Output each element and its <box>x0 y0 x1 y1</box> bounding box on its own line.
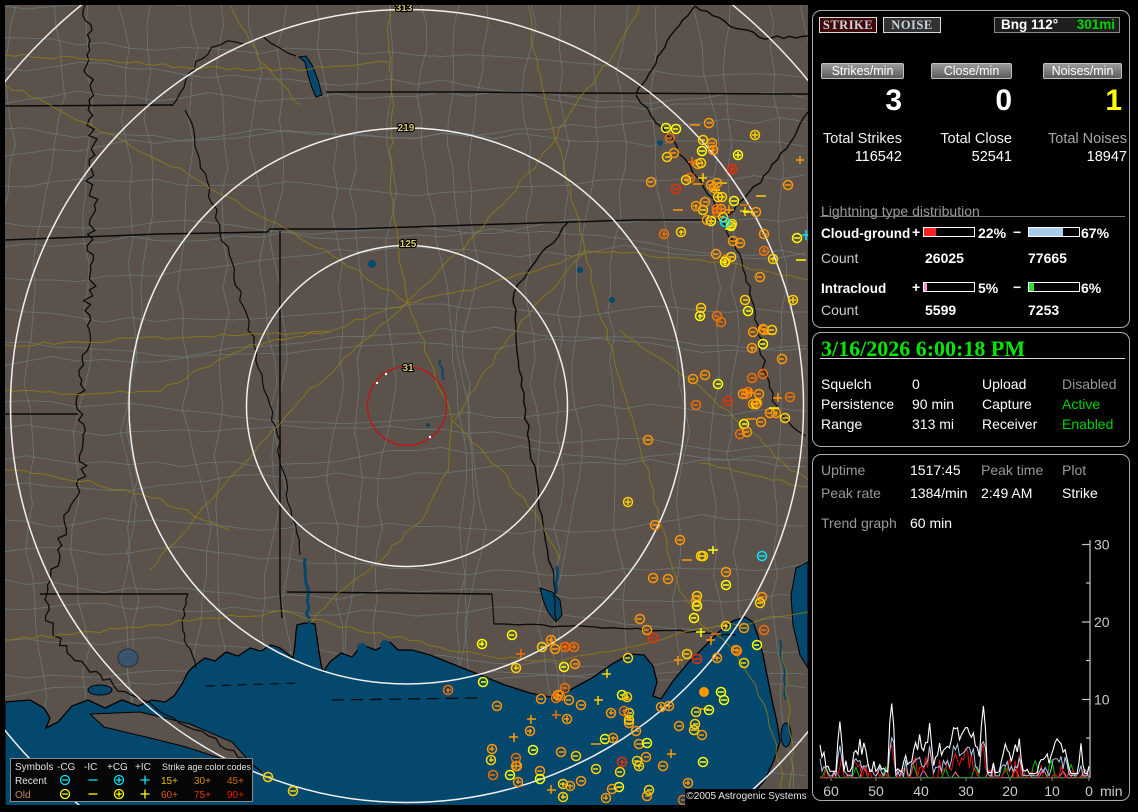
svg-text:30+: 30+ <box>194 776 211 787</box>
svg-text:60+: 60+ <box>161 790 178 801</box>
svg-text:15+: 15+ <box>161 776 178 787</box>
svg-text:45+: 45+ <box>227 776 244 787</box>
svg-text:-CG: -CG <box>57 762 76 773</box>
svg-text:+IC: +IC <box>135 762 151 773</box>
svg-text:219: 219 <box>398 123 415 134</box>
svg-text:Old: Old <box>15 790 31 801</box>
svg-text:125: 125 <box>400 239 417 250</box>
svg-text:Symbols: Symbols <box>15 762 53 773</box>
svg-text:31: 31 <box>402 363 414 374</box>
svg-text:Strike age color codes: Strike age color codes <box>162 762 252 772</box>
svg-text:Recent: Recent <box>15 776 47 787</box>
svg-text:75+: 75+ <box>194 790 211 801</box>
svg-text:+CG: +CG <box>107 762 128 773</box>
svg-text:313: 313 <box>396 5 413 14</box>
svg-text:-IC: -IC <box>84 762 97 773</box>
svg-text:90+: 90+ <box>227 790 244 801</box>
